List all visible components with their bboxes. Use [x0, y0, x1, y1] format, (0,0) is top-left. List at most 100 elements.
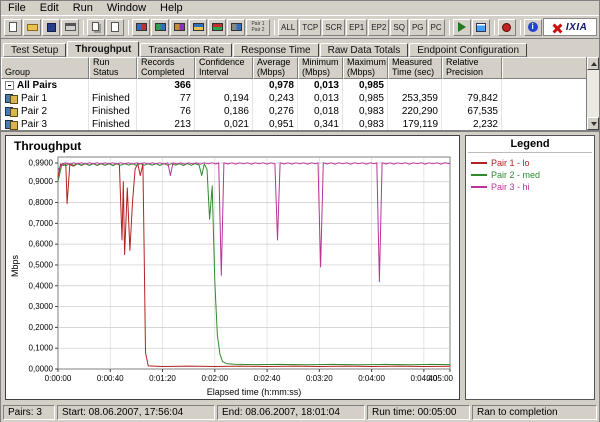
run-status-value — [89, 79, 137, 92]
open-button[interactable] — [23, 19, 41, 36]
svg-text:Mbps: Mbps — [10, 255, 20, 278]
legend-item-pair-1: Pair 1 - lo — [468, 157, 592, 169]
svg-text:0:04:00: 0:04:00 — [358, 374, 385, 383]
col-header-relative-precision[interactable]: Relative Precision — [442, 57, 502, 79]
tab-transaction-rate[interactable]: Transaction Rate — [140, 43, 232, 57]
filter-ep1-button[interactable]: EP1 — [346, 19, 367, 36]
records-value: 77 — [137, 92, 195, 105]
measured-time-value: 179,119 — [388, 118, 442, 130]
stop-run-button[interactable] — [498, 19, 516, 36]
add-multicast-icon — [155, 23, 166, 31]
svg-text:0,9000: 0,9000 — [29, 177, 54, 186]
col-header-timing-records[interactable]: Timing Records Completed — [137, 57, 195, 79]
add-pair-button[interactable] — [132, 19, 150, 36]
col-header-minimum[interactable]: Minimum (Mbps) — [298, 57, 343, 79]
pair-icon — [5, 120, 18, 130]
legend-item-label: Pair 1 - lo — [491, 158, 530, 168]
pair-list-line2: Pair 2 — [251, 27, 264, 33]
legend-item-label: Pair 3 - hi — [491, 182, 530, 192]
info-icon — [528, 22, 538, 32]
svg-text:0,2000: 0,2000 — [29, 323, 54, 332]
table-row-pair-2[interactable]: Pair 2 Finished 76 0,186 0,276 0,018 0,9… — [1, 105, 586, 118]
average-value: 0,951 — [253, 118, 298, 130]
tree-collapse-icon[interactable] — [5, 81, 14, 90]
swap-endpoints-button[interactable] — [208, 19, 226, 36]
paste-button[interactable] — [106, 19, 124, 36]
save-button[interactable] — [42, 19, 60, 36]
edit-pair-button[interactable] — [189, 19, 207, 36]
menu-file[interactable]: File — [1, 1, 33, 16]
average-value: 0,276 — [253, 105, 298, 118]
menu-edit[interactable]: Edit — [33, 1, 66, 16]
duplicate-pair-button[interactable] — [170, 19, 188, 36]
svg-text:0,8000: 0,8000 — [29, 198, 54, 207]
run-status-value: Finished — [89, 105, 137, 118]
info-button[interactable] — [524, 19, 542, 36]
table-row-pair-1[interactable]: Pair 1 Finished 77 0,194 0,243 0,013 0,9… — [1, 92, 586, 105]
svg-text:0:00:00: 0:00:00 — [45, 374, 72, 383]
filter-ep2-button[interactable]: EP2 — [368, 19, 389, 36]
svg-text:0,0000: 0,0000 — [29, 365, 54, 374]
legend-line-icon — [471, 174, 487, 176]
minimum-value: 0,018 — [298, 105, 343, 118]
app-window: File Edit Run Window Help Pair 1 Pair 2 … — [0, 0, 600, 422]
menu-bar: File Edit Run Window Help — [1, 1, 599, 16]
filter-pc-button[interactable]: PC — [428, 19, 445, 36]
minimum-value: 0,013 — [298, 79, 343, 92]
col-header-average[interactable]: Average (Mbps) — [253, 57, 298, 79]
run-status-value: Finished — [89, 118, 137, 130]
show-pair-list-button[interactable]: Pair 1 Pair 2 — [246, 19, 270, 36]
add-multicast-group-button[interactable] — [151, 19, 169, 36]
tab-test-setup[interactable]: Test Setup — [3, 43, 66, 57]
view-charts-button[interactable] — [472, 19, 490, 36]
new-test-button[interactable] — [4, 19, 22, 36]
filter-scr-button[interactable]: SCR — [322, 19, 345, 36]
col-header-group[interactable]: Group — [1, 57, 89, 79]
tab-endpoint-configuration[interactable]: Endpoint Configuration — [409, 43, 527, 57]
ixia-logo-text: IXIA — [566, 22, 587, 33]
menu-window[interactable]: Window — [100, 1, 153, 16]
copy-button[interactable] — [87, 19, 105, 36]
table-row-pair-3[interactable]: Pair 3 Finished 213 0,021 0,951 0,341 0,… — [1, 118, 586, 130]
swap-endpoints-icon — [212, 23, 223, 31]
ixia-logo: IXIA — [543, 18, 597, 36]
status-end-time: End: 08.06.2007, 18:01:04 — [217, 405, 365, 420]
filter-sq-button[interactable]: SQ — [390, 19, 408, 36]
col-header-maximum[interactable]: Maximum (Mbps) — [343, 57, 388, 79]
tab-throughput[interactable]: Throughput — [67, 41, 139, 57]
precision-value: 67,535 — [442, 105, 502, 118]
col-header-run-status[interactable]: Run Status — [89, 57, 137, 79]
status-start-time: Start: 08.06.2007, 17:56:04 — [57, 405, 215, 420]
run-icon — [458, 22, 466, 32]
col-header-filler — [502, 57, 586, 79]
tab-response-time[interactable]: Response Time — [233, 43, 318, 57]
filter-pg-button[interactable]: PG — [409, 19, 427, 36]
filter-all-button[interactable]: ALL — [278, 19, 298, 36]
table-row-all-pairs[interactable]: All Pairs 366 0,978 0,013 0,985 — [1, 79, 586, 92]
filter-tcp-button[interactable]: TCP — [299, 19, 321, 36]
legend-title: Legend — [468, 138, 592, 153]
status-pairs: Pairs: 3 — [3, 405, 55, 420]
throughput-chart: 0:00:000:00:400:01:200:02:000:02:400:03:… — [10, 155, 458, 400]
maximum-value: 0,985 — [343, 92, 388, 105]
print-button[interactable] — [61, 19, 79, 36]
menu-run[interactable]: Run — [66, 1, 100, 16]
menu-help[interactable]: Help — [153, 1, 190, 16]
scroll-down-button[interactable] — [587, 117, 599, 130]
connect-endpoints-button[interactable] — [227, 19, 245, 36]
connect-endpoints-icon — [231, 23, 242, 31]
scroll-up-button[interactable] — [587, 57, 599, 70]
status-bar: Pairs: 3 Start: 08.06.2007, 17:56:04 End… — [1, 403, 599, 422]
svg-text:0:00:40: 0:00:40 — [97, 374, 124, 383]
table-scrollbar[interactable] — [586, 57, 599, 130]
save-disk-icon — [47, 23, 56, 32]
legend-item-pair-2: Pair 2 - med — [468, 169, 592, 181]
col-header-measured-time[interactable]: Measured Time (sec) — [388, 57, 442, 79]
run-test-button[interactable] — [453, 19, 471, 36]
legend-item-pair-3: Pair 3 - hi — [468, 181, 592, 193]
chart-icon — [476, 23, 486, 32]
svg-text:0:01:20: 0:01:20 — [149, 374, 176, 383]
tab-raw-data-totals[interactable]: Raw Data Totals — [320, 43, 409, 57]
col-header-confidence[interactable]: 95% Confidence Interval — [195, 57, 253, 79]
maximum-value: 0,983 — [343, 118, 388, 130]
